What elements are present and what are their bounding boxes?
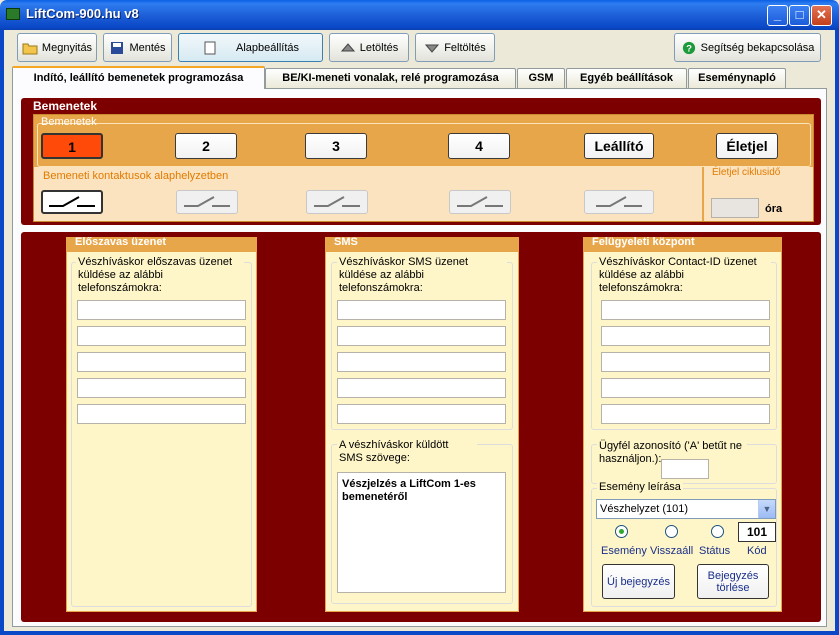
new-entry-button[interactable]: Új bejegyzés bbox=[602, 564, 675, 599]
monitoring-phone-1[interactable] bbox=[601, 300, 770, 320]
open-switch-icon bbox=[184, 196, 230, 207]
code-label: Kód bbox=[747, 545, 767, 557]
monitoring-title: Felügyeleti központ bbox=[592, 236, 695, 248]
maximize-button[interactable]: □ bbox=[789, 5, 810, 26]
contact-switch-stop[interactable] bbox=[584, 190, 654, 214]
voice-phone-5[interactable] bbox=[77, 404, 246, 424]
voice-message-group-title: Vészhíváskor előszavas üzenet küldése az… bbox=[76, 256, 244, 295]
defaults-label: Alapbeállítás bbox=[236, 41, 299, 54]
save-button[interactable]: Mentés bbox=[103, 33, 172, 62]
event-select-value: Vészhelyzet (101) bbox=[600, 503, 689, 515]
voice-phone-2[interactable] bbox=[77, 326, 246, 346]
chevron-down-icon[interactable]: ▼ bbox=[758, 500, 775, 518]
contact-state-title: Bemeneti kontaktusok alaphelyzetben bbox=[43, 170, 229, 182]
contact-id-group-title: Vészhíváskor Contact-ID üzenet küldése a… bbox=[597, 256, 771, 295]
monitoring-phone-2[interactable] bbox=[601, 326, 770, 346]
client-id-input[interactable] bbox=[661, 459, 709, 479]
monitoring-phone-3[interactable] bbox=[601, 352, 770, 372]
inputs-group-frame bbox=[37, 123, 811, 167]
window-frame-right bbox=[835, 30, 839, 635]
close-button[interactable]: ✕ bbox=[811, 5, 832, 26]
open-switch-icon bbox=[314, 196, 360, 207]
delete-entry-button[interactable]: Bejegyzés törlése bbox=[697, 564, 769, 599]
window-frame-bottom bbox=[0, 631, 839, 635]
contact-switch-4[interactable] bbox=[449, 190, 511, 214]
sms-group-title: Vészhíváskor SMS üzenet küldése az alább… bbox=[337, 256, 507, 295]
voice-phone-1[interactable] bbox=[77, 300, 246, 320]
open-label: Megnyitás bbox=[41, 41, 93, 54]
sms-phone-3[interactable] bbox=[337, 352, 506, 372]
inputs-section-title: Bemenetek bbox=[33, 99, 98, 113]
app-icon bbox=[6, 8, 20, 20]
sms-phone-5[interactable] bbox=[337, 404, 506, 424]
event-group-title: Esemény leírása bbox=[597, 481, 683, 494]
input-4-button[interactable]: 4 bbox=[448, 133, 510, 159]
open-switch-icon bbox=[457, 196, 503, 207]
help-icon: ? bbox=[682, 41, 695, 54]
folder-icon bbox=[22, 43, 38, 54]
input-3-button[interactable]: 3 bbox=[305, 133, 367, 159]
code-input[interactable]: 101 bbox=[738, 522, 776, 542]
open-switch-icon bbox=[596, 196, 642, 207]
window-frame-left bbox=[0, 30, 4, 635]
help-button[interactable]: ? Segítség bekapcsolása bbox=[674, 33, 821, 62]
open-button[interactable]: Megnyitás bbox=[17, 33, 97, 62]
minimize-button[interactable]: _ bbox=[767, 5, 788, 26]
defaults-button[interactable]: Alapbeállítás bbox=[178, 33, 323, 62]
monitoring-phone-5[interactable] bbox=[601, 404, 770, 424]
svg-text:?: ? bbox=[686, 43, 692, 54]
contact-switch-1[interactable] bbox=[41, 190, 103, 214]
help-label: Segítség bekapcsolása bbox=[700, 41, 815, 54]
heartbeat-cycle-input[interactable] bbox=[711, 198, 759, 218]
event-select[interactable]: Vészhelyzet (101) ▼ bbox=[596, 499, 776, 519]
download-icon bbox=[340, 42, 355, 51]
contact-switch-2[interactable] bbox=[176, 190, 238, 214]
sms-phone-4[interactable] bbox=[337, 378, 506, 398]
window-title: LiftCom-900.hu v8 bbox=[26, 6, 139, 21]
contact-switch-3[interactable] bbox=[306, 190, 368, 214]
voice-phone-4[interactable] bbox=[77, 378, 246, 398]
radio-status[interactable] bbox=[711, 525, 724, 538]
input-1-button[interactable]: 1 bbox=[41, 133, 103, 159]
radio-event[interactable] bbox=[615, 525, 628, 538]
voice-message-title: Előszavas üzenet bbox=[75, 236, 167, 248]
download-label: Letöltés bbox=[359, 41, 399, 54]
download-button[interactable]: Letöltés bbox=[329, 33, 409, 62]
sms-title: SMS bbox=[334, 236, 358, 248]
upload-label: Feltöltés bbox=[444, 41, 486, 54]
radio-restore[interactable] bbox=[665, 525, 678, 538]
document-icon bbox=[204, 41, 216, 54]
sms-text-group-title: A vészhíváskor küldött SMS szövege: bbox=[337, 439, 477, 465]
open-switch-icon bbox=[49, 196, 95, 207]
upload-button[interactable]: Feltöltés bbox=[415, 33, 495, 62]
radio-event-label: Esemény bbox=[601, 545, 647, 557]
inputs-group-title: Bemenetek bbox=[41, 116, 97, 128]
tab-other-settings[interactable]: Egyéb beállítások bbox=[566, 68, 687, 88]
upload-icon bbox=[425, 44, 440, 53]
tab-gsm[interactable]: GSM bbox=[517, 68, 565, 88]
radio-restore-label: Visszaáll bbox=[650, 545, 694, 557]
hour-unit-label: óra bbox=[765, 203, 783, 215]
heartbeat-button[interactable]: Életjel bbox=[716, 133, 778, 159]
radio-status-label: Státus bbox=[699, 545, 731, 557]
sms-phone-2[interactable] bbox=[337, 326, 506, 346]
heartbeat-cycle-title: Életjel ciklusidő bbox=[712, 167, 781, 178]
sms-text-area[interactable]: Vészjelzés a LiftCom 1-es bemenetéről bbox=[337, 472, 506, 593]
input-2-button[interactable]: 2 bbox=[175, 133, 237, 159]
tab-inputs[interactable]: Indító, leállító bemenetek programozása bbox=[12, 66, 265, 89]
voice-phone-3[interactable] bbox=[77, 352, 246, 372]
monitoring-phone-4[interactable] bbox=[601, 378, 770, 398]
stop-input-button[interactable]: Leállító bbox=[584, 133, 654, 159]
floppy-icon bbox=[111, 41, 124, 54]
save-label: Mentés bbox=[129, 41, 166, 54]
tab-io-lines[interactable]: BE/KI-meneti vonalak, relé programozása bbox=[265, 68, 516, 88]
sms-phone-1[interactable] bbox=[337, 300, 506, 320]
tab-event-log[interactable]: Eseménynapló bbox=[688, 68, 786, 88]
